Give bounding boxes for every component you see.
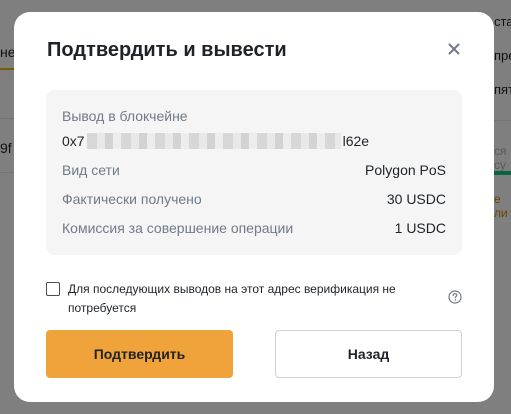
skip-verification-option: Для последующих выводов на этот адрес ве…	[46, 280, 462, 320]
received-value: 30 USDC	[386, 191, 446, 207]
network-label: Вид сети	[62, 162, 120, 178]
question-circle-icon[interactable]	[448, 290, 462, 304]
address-prefix: 0x7	[62, 133, 85, 149]
address-label: Вывод в блокчейне	[62, 108, 188, 124]
confirm-withdraw-modal: Подтвердить и вывести Вывод в блокчейне …	[14, 12, 494, 402]
skip-verification-checkbox[interactable]	[46, 282, 60, 296]
confirm-button[interactable]: Подтвердить	[46, 330, 233, 378]
fee-label: Комиссия за совершение операции	[62, 220, 294, 236]
fee-value: 1 USDC	[394, 220, 446, 236]
withdraw-address: 0x7 l62e	[62, 132, 369, 150]
close-icon[interactable]	[446, 41, 462, 57]
modal-title: Подтвердить и вывести	[47, 39, 287, 61]
address-suffix: l62e	[342, 133, 370, 149]
withdraw-details: Вывод в блокчейне 0x7 l62e Вид сети Poly…	[46, 90, 462, 255]
address-redacted	[86, 133, 341, 149]
received-label: Фактически получено	[62, 191, 202, 207]
skip-verification-label[interactable]: Для последующих выводов на этот адрес ве…	[68, 280, 398, 318]
network-value: Polygon PoS	[365, 162, 446, 178]
back-button[interactable]: Назад	[275, 330, 462, 378]
